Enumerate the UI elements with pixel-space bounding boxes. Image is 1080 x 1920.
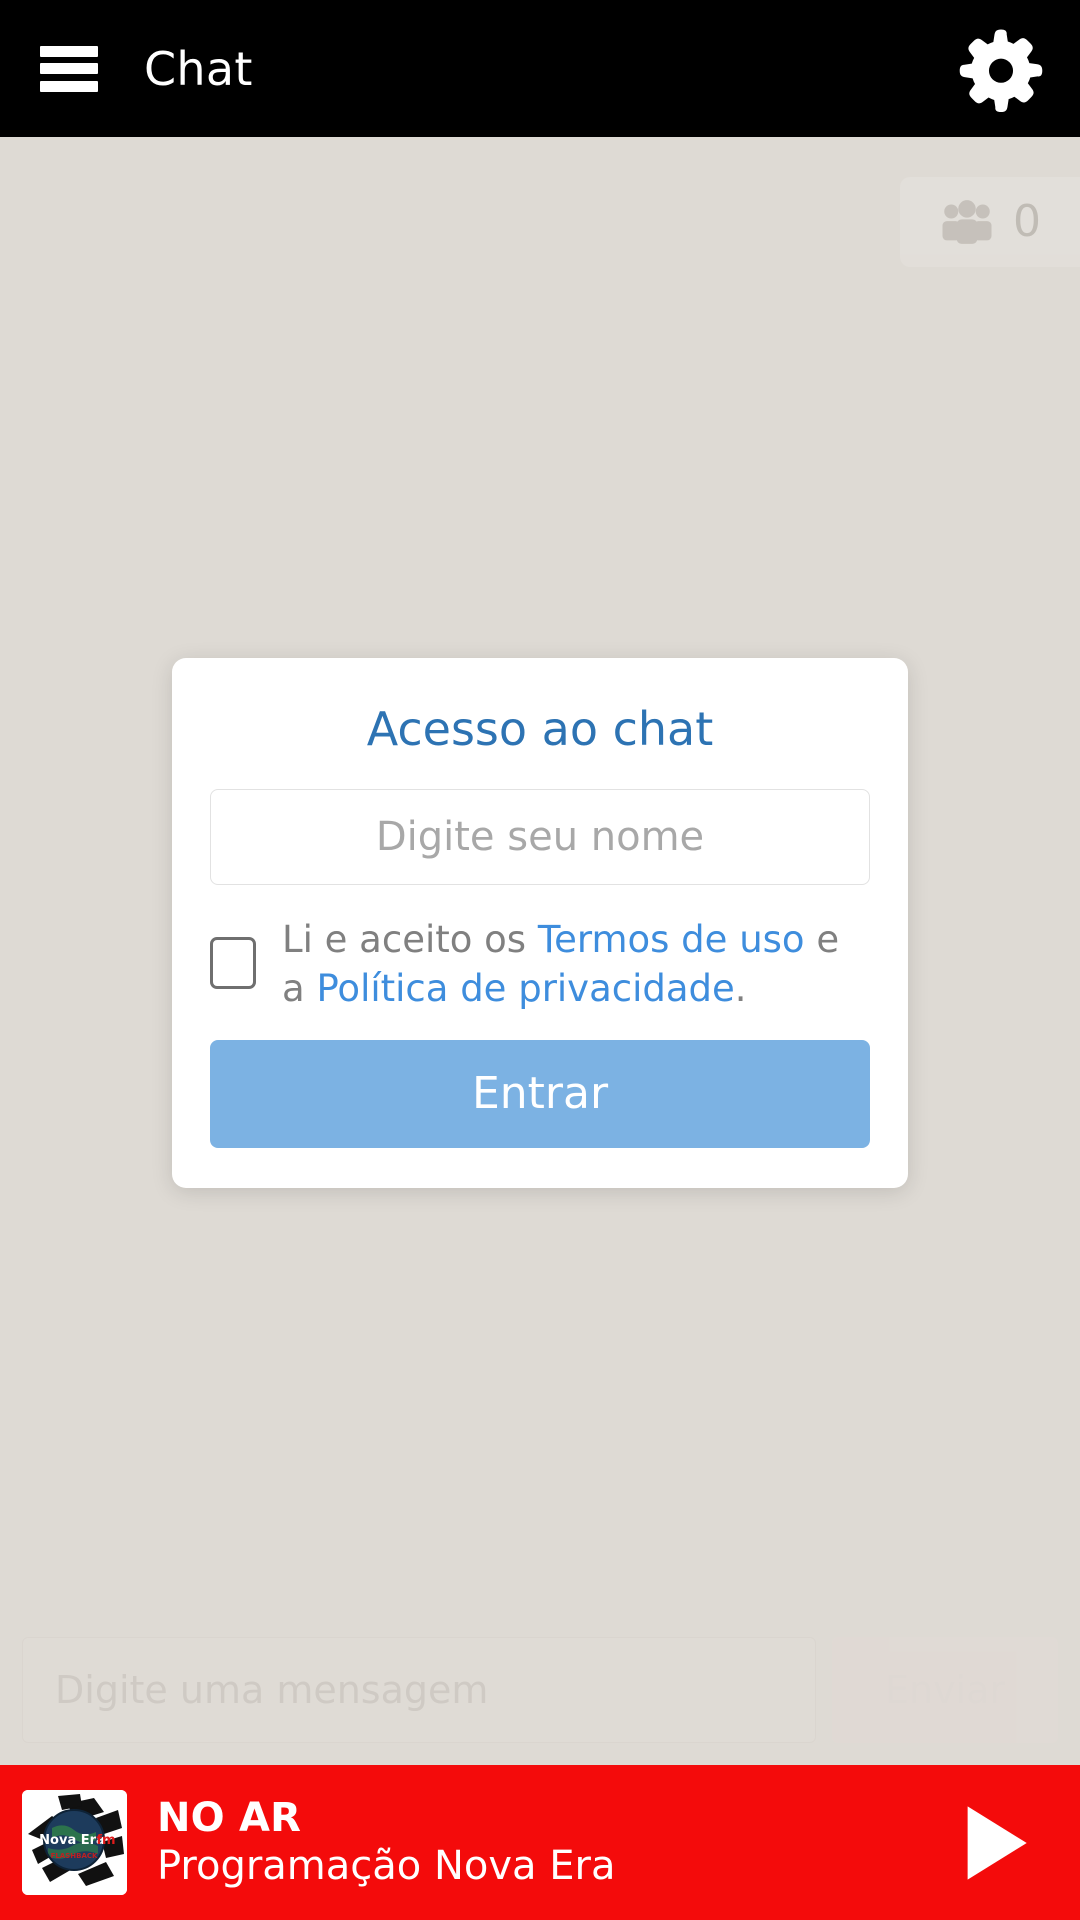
player-status: NO AR <box>157 1794 302 1841</box>
message-input[interactable]: Digite uma mensagem <box>22 1637 816 1743</box>
terms-of-use-link[interactable]: Termos de uso <box>538 918 805 961</box>
participants-counter: 0 <box>900 177 1080 267</box>
terms-checkbox[interactable] <box>210 936 256 989</box>
enter-button[interactable]: Entrar <box>210 1039 870 1148</box>
terms-suffix: . <box>734 967 747 1011</box>
gear-icon[interactable] <box>958 26 1044 112</box>
app-header: Chat <box>0 0 1080 137</box>
player-program: Programação Nova Era <box>157 1843 616 1889</box>
hamburger-bar <box>40 63 98 74</box>
radio-player-bar: Nova Era fm FLASHBACK NO AR Programação … <box>0 1765 1080 1920</box>
play-icon[interactable] <box>960 1804 1032 1882</box>
send-button[interactable]: Enviar <box>832 1637 1058 1743</box>
svg-text:FLASHBACK: FLASHBACK <box>51 1852 98 1860</box>
chat-access-modal: Acesso ao chat Li e aceito os Termos de … <box>172 658 908 1188</box>
name-input[interactable] <box>210 788 870 885</box>
page-title: Chat <box>144 41 253 96</box>
station-artwork: Nova Era fm FLASHBACK <box>22 1790 127 1895</box>
hamburger-bar <box>40 45 98 57</box>
player-info: NO AR Programação Nova Era <box>157 1794 960 1889</box>
terms-prefix: Li e aceito os <box>282 917 538 961</box>
chat-app: Chat 0 Digite uma mensagem Enviar Acesso… <box>0 0 1080 1920</box>
people-icon <box>939 200 995 244</box>
svg-text:fm: fm <box>96 1833 115 1848</box>
message-composer: Digite uma mensagem Enviar <box>0 1615 1080 1765</box>
privacy-policy-link[interactable]: Política de privacidade <box>316 967 734 1010</box>
modal-title: Acesso ao chat <box>366 702 714 757</box>
chat-body: 0 Digite uma mensagem Enviar Acesso ao c… <box>0 137 1080 1765</box>
modal-overlay: Acesso ao chat Li e aceito os Termos de … <box>0 137 1080 1765</box>
hamburger-bar <box>40 80 98 92</box>
participants-count: 0 <box>1013 196 1041 247</box>
terms-acceptance-row: Li e aceito os Termos de uso e a Polític… <box>210 915 870 1014</box>
svg-text:Nova Era: Nova Era <box>39 1833 105 1848</box>
terms-text: Li e aceito os Termos de uso e a Polític… <box>282 915 870 1014</box>
hamburger-menu-icon[interactable] <box>40 45 98 92</box>
